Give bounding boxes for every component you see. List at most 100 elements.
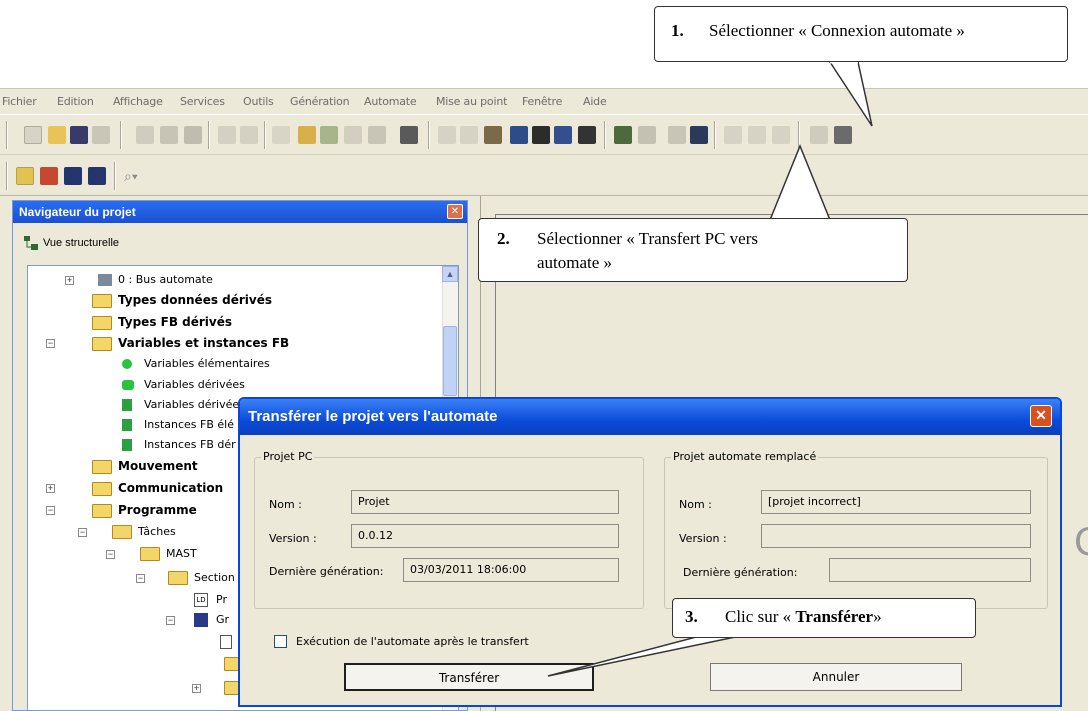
tree-node-section-gr[interactable]: Gr bbox=[194, 610, 229, 630]
table-icon[interactable] bbox=[810, 126, 828, 144]
toolbar-separator bbox=[604, 121, 606, 149]
version-label: Version : bbox=[679, 532, 727, 545]
plc-version-field bbox=[761, 524, 1031, 548]
callout-number: 1. bbox=[671, 21, 684, 40]
open-icon[interactable] bbox=[48, 126, 66, 144]
undo-icon[interactable] bbox=[218, 126, 236, 144]
build-icon[interactable] bbox=[460, 126, 478, 144]
callout-text: Sélectionner « Connexion automate » bbox=[709, 21, 965, 40]
zoom-icon[interactable]: ⌕▾ bbox=[124, 167, 142, 185]
menu-fenetre[interactable]: Fenêtre bbox=[522, 95, 562, 108]
bookmark-icon[interactable] bbox=[368, 126, 386, 144]
stop-icon[interactable] bbox=[748, 126, 766, 144]
functional-view-icon[interactable] bbox=[40, 167, 58, 185]
tree-node-label: Pr bbox=[216, 593, 227, 606]
tree-node-movement[interactable]: Mouvement bbox=[92, 456, 198, 476]
menu-services[interactable]: Services bbox=[180, 95, 225, 108]
instance-icon bbox=[122, 419, 132, 431]
expand-icon[interactable]: + bbox=[65, 276, 74, 285]
tree-node-tasks[interactable]: Tâches bbox=[112, 522, 176, 542]
layout-icon[interactable] bbox=[554, 126, 572, 144]
grafcet-icon bbox=[194, 613, 208, 627]
window-icon[interactable] bbox=[510, 126, 528, 144]
paste-icon[interactable] bbox=[184, 126, 202, 144]
goto-icon[interactable] bbox=[344, 126, 362, 144]
config-icon[interactable] bbox=[834, 126, 852, 144]
redo-icon[interactable] bbox=[240, 126, 258, 144]
tree-node-sections[interactable]: Section bbox=[168, 568, 235, 588]
menu-affichage[interactable]: Affichage bbox=[113, 95, 163, 108]
split-vertical-icon[interactable] bbox=[64, 167, 82, 185]
tree-node-elementary-vars[interactable]: Variables élémentaires bbox=[122, 354, 270, 374]
scroll-thumb[interactable] bbox=[443, 326, 457, 396]
menu-fichier[interactable]: Fichier bbox=[2, 95, 37, 108]
view-label[interactable]: Vue structurelle bbox=[43, 237, 119, 249]
menu-mise-au-point[interactable]: Mise au point bbox=[436, 95, 507, 108]
plc-icon[interactable] bbox=[668, 126, 686, 144]
expand-icon[interactable]: + bbox=[46, 484, 55, 493]
tree-node-derived-vars-2[interactable]: Variables dérivée bbox=[122, 395, 239, 415]
cut-icon[interactable] bbox=[160, 126, 178, 144]
close-icon[interactable]: ✕ bbox=[447, 204, 463, 219]
callout-text-line2: automate » bbox=[537, 253, 613, 272]
variable-icon bbox=[122, 359, 132, 369]
save-icon[interactable] bbox=[70, 126, 88, 144]
tree-node-section-pr[interactable]: LD Pr bbox=[194, 590, 227, 610]
tree-node-fb-instances-elem[interactable]: Instances FB élé bbox=[122, 415, 234, 435]
print-icon[interactable] bbox=[92, 126, 110, 144]
search-icon[interactable] bbox=[298, 126, 316, 144]
tree-node-derived-data-types[interactable]: Types données dérivés bbox=[92, 290, 272, 310]
expand-icon[interactable]: + bbox=[192, 684, 201, 693]
tree-node-fb-instances-der[interactable]: Instances FB dér bbox=[122, 435, 236, 455]
menu-aide[interactable]: Aide bbox=[583, 95, 607, 108]
collapse-icon[interactable]: − bbox=[106, 550, 115, 559]
tree-node-bus[interactable]: 0 : Bus automate bbox=[98, 270, 213, 290]
binoculars-icon[interactable] bbox=[532, 126, 550, 144]
tree-node-label: 0 : Bus automate bbox=[118, 273, 213, 286]
tree-node-label: Mouvement bbox=[118, 459, 198, 473]
cancel-button[interactable]: Annuler bbox=[710, 663, 962, 691]
run-after-transfer-label[interactable]: Exécution de l'automate après le transfe… bbox=[296, 635, 529, 648]
tree-node-label: Types FB dérivés bbox=[118, 315, 233, 329]
replace-icon[interactable] bbox=[320, 126, 338, 144]
structure-view-icon[interactable] bbox=[16, 167, 34, 185]
new-icon[interactable] bbox=[24, 126, 42, 144]
tree-node-subitem[interactable] bbox=[220, 632, 232, 652]
tree-node-mast[interactable]: MAST bbox=[140, 544, 197, 564]
transfer-pc-to-plc-icon[interactable] bbox=[638, 126, 656, 144]
export-icon[interactable] bbox=[400, 126, 418, 144]
connect-plc-icon[interactable] bbox=[614, 126, 632, 144]
tree-node-variables-fb[interactable]: Variables et instances FB bbox=[92, 333, 289, 353]
menu-edition[interactable]: Edition bbox=[57, 95, 94, 108]
transfer-button[interactable]: Transférer bbox=[344, 663, 594, 691]
menu-outils[interactable]: Outils bbox=[243, 95, 274, 108]
copy-icon[interactable] bbox=[136, 126, 154, 144]
tree-node-derived-vars[interactable]: Variables dérivées bbox=[122, 375, 245, 395]
menu-automate[interactable]: Automate bbox=[364, 95, 417, 108]
run-icon[interactable] bbox=[724, 126, 742, 144]
analyze-icon[interactable] bbox=[438, 126, 456, 144]
monitor-icon[interactable] bbox=[690, 126, 708, 144]
collapse-icon[interactable]: − bbox=[166, 616, 175, 625]
tree-node-label: Variables et instances FB bbox=[118, 336, 290, 350]
rebuild-icon[interactable] bbox=[484, 126, 502, 144]
menu-generation[interactable]: Génération bbox=[290, 95, 350, 108]
scroll-up-icon[interactable]: ▲ bbox=[442, 266, 458, 282]
close-icon[interactable]: ✕ bbox=[1030, 405, 1052, 427]
partial-glyph: C bbox=[1074, 520, 1088, 565]
tree-node-communication[interactable]: Communication bbox=[92, 478, 223, 498]
callout-text-pre: Clic sur « bbox=[725, 607, 796, 626]
tree-node-derived-fb-types[interactable]: Types FB dérivés bbox=[92, 312, 232, 332]
collapse-icon[interactable]: − bbox=[46, 339, 55, 348]
document-icon bbox=[220, 635, 232, 649]
tree-node-program[interactable]: Programme bbox=[92, 500, 197, 520]
collapse-icon[interactable]: − bbox=[78, 528, 87, 537]
run-after-transfer-checkbox[interactable] bbox=[274, 635, 287, 648]
version-label: Version : bbox=[269, 532, 317, 545]
init-icon[interactable] bbox=[772, 126, 790, 144]
split-horizontal-icon[interactable] bbox=[88, 167, 106, 185]
collapse-icon[interactable]: − bbox=[46, 506, 55, 515]
collapse-icon[interactable]: − bbox=[136, 574, 145, 583]
panel-icon[interactable] bbox=[578, 126, 596, 144]
validate-icon[interactable] bbox=[272, 126, 290, 144]
